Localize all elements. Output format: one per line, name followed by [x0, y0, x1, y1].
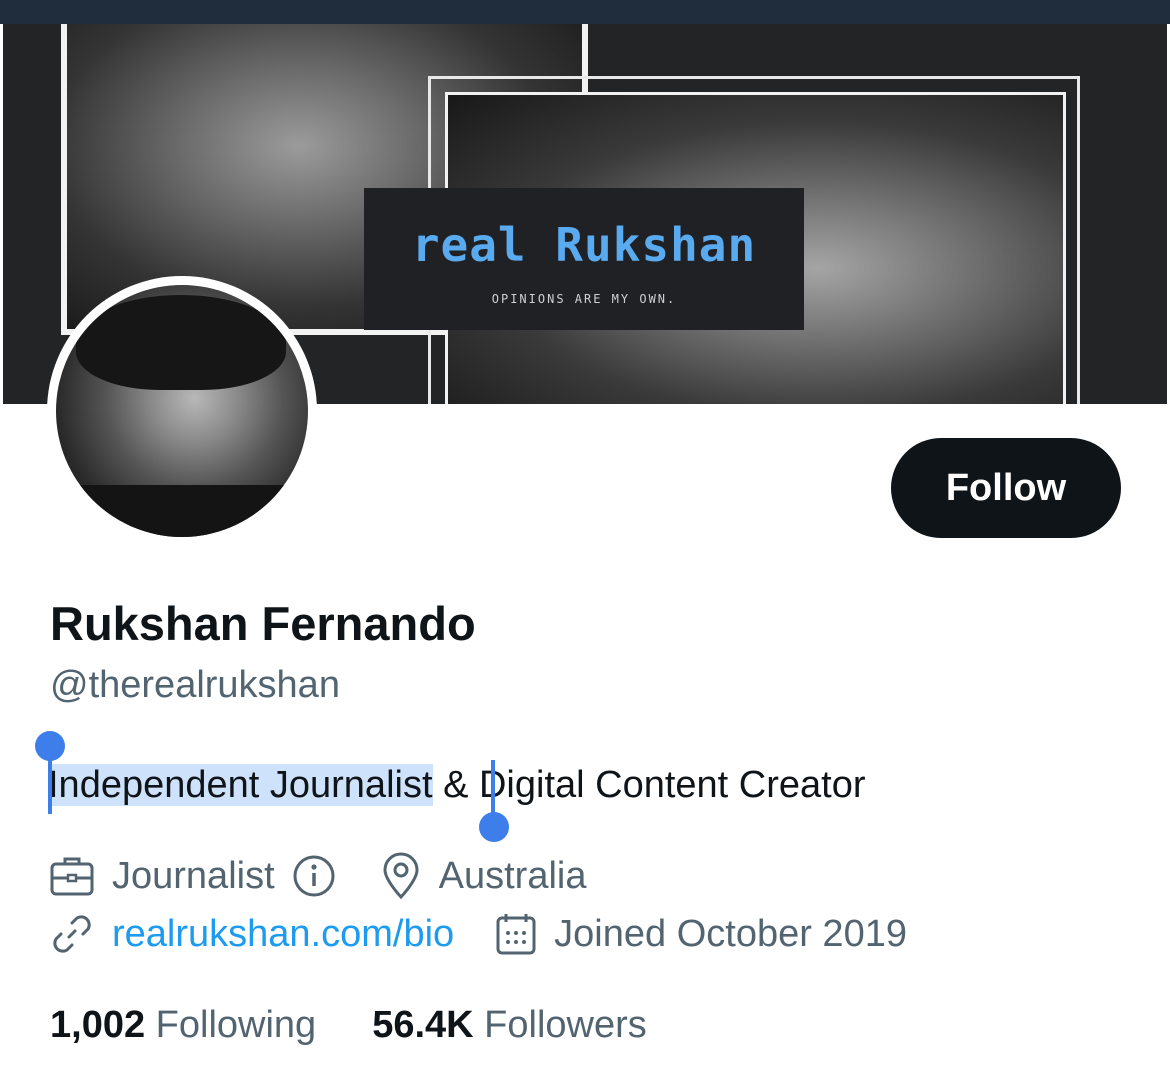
user-handle: @therealrukshan	[50, 664, 340, 706]
following-stat[interactable]: 1,002 Following	[50, 1004, 316, 1047]
banner-title-box: real Rukshan OPINIONS ARE MY OWN.	[364, 188, 804, 330]
avatar[interactable]	[47, 276, 317, 546]
followers-label: Followers	[484, 1004, 647, 1046]
calendar-icon	[494, 911, 538, 957]
website-item[interactable]: realrukshan.com/bio	[48, 910, 454, 958]
display-name: Rukshan Fernando	[50, 597, 476, 650]
location-label: Australia	[438, 854, 587, 897]
location-pin-icon	[381, 852, 421, 900]
profile-meta-row-2: realrukshan.com/bio Joined October 2019	[48, 910, 907, 958]
avatar-hair-shape	[76, 295, 286, 390]
website-link[interactable]: realrukshan.com/bio	[112, 913, 454, 956]
location-item: Australia	[381, 852, 587, 900]
info-icon[interactable]	[291, 853, 337, 899]
banner-title: real Rukshan	[411, 218, 757, 272]
followers-count: 56.4K	[372, 1004, 474, 1046]
joined-item: Joined October 2019	[494, 911, 907, 957]
category-item: Journalist	[48, 852, 337, 900]
profile-meta-row-1: Journalist Australia	[48, 852, 586, 900]
selection-caret-start	[48, 748, 52, 814]
profile-stats: 1,002 Following 56.4K Followers	[50, 1004, 647, 1047]
banner-subtitle: OPINIONS ARE MY OWN.	[491, 292, 677, 306]
bio: Independent Journalist & Digital Content…	[48, 764, 866, 807]
top-bar	[0, 0, 1170, 24]
bio-text: & Digital Content Creator	[432, 764, 866, 806]
following-label: Following	[155, 1004, 317, 1046]
briefcase-icon	[48, 852, 96, 900]
follow-button[interactable]: Follow	[891, 438, 1121, 538]
avatar-image	[56, 285, 308, 537]
bio-selected-text[interactable]: Independent Journalist	[48, 764, 433, 806]
link-icon	[48, 910, 96, 958]
avatar-shirt-shape	[56, 485, 308, 537]
joined-label: Joined October 2019	[554, 912, 907, 955]
category-label: Journalist	[112, 854, 275, 897]
followers-stat[interactable]: 56.4K Followers	[372, 1004, 647, 1047]
selection-handle-end[interactable]	[479, 812, 509, 842]
following-count: 1,002	[50, 1004, 146, 1046]
selection-caret-end	[491, 760, 495, 818]
